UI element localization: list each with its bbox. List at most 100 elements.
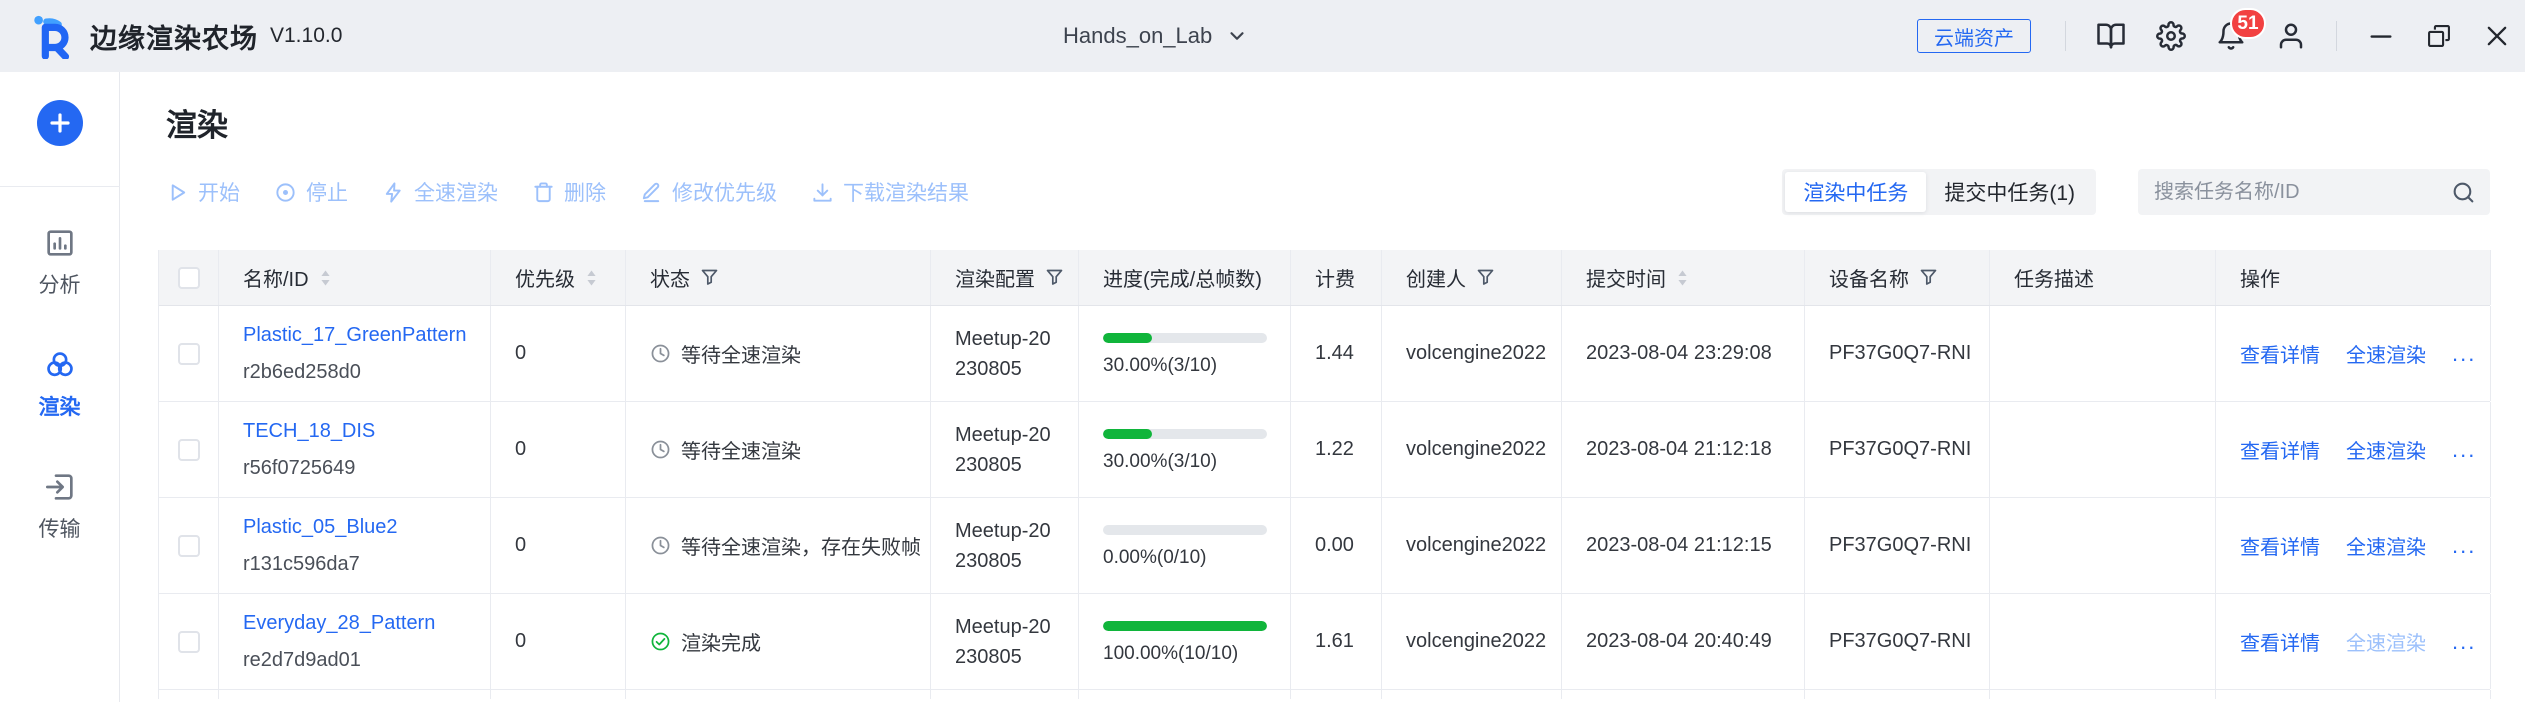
more-actions-button[interactable]: ...: [2452, 437, 2476, 463]
billing-value: 1.22: [1315, 438, 1354, 460]
status-text: 等待全速渲染，存在失败帧: [681, 537, 921, 559]
row-select-cell: [159, 306, 219, 401]
page-title: 渲染: [166, 108, 228, 143]
sort-carets-icon[interactable]: [585, 269, 598, 287]
row-checkbox[interactable]: [177, 630, 200, 653]
status-text: 渲染完成: [681, 633, 761, 655]
modify-priority-button[interactable]: 修改优先级: [640, 177, 777, 207]
action-label: 下载渲染结果: [843, 182, 969, 205]
progress-track: [1103, 620, 1267, 631]
submit-time-value: 2023-08-04 20:40:49: [1586, 630, 1772, 652]
row-checkbox[interactable]: [177, 438, 200, 461]
submit-time-cell: 2023-08-04 21:12:18: [1562, 402, 1805, 497]
start-button[interactable]: 开始: [166, 177, 240, 207]
full-speed-link[interactable]: 全速渲染: [2346, 627, 2426, 656]
render-config-cell: Meetup-20230805: [931, 306, 1079, 401]
progress-cell: 100.00%(10/10): [1079, 594, 1291, 689]
device-name-cell: PF37G0Q7-RNI: [1805, 306, 1990, 401]
name-id-cell: TECH_18_DIS r56f0725649: [219, 402, 491, 497]
progress-text: 30.00%(3/10): [1103, 450, 1218, 472]
funnel-icon[interactable]: [700, 268, 719, 287]
more-actions-button[interactable]: ...: [2452, 533, 2476, 559]
row-select-cell: [159, 402, 219, 497]
workspace-selector[interactable]: Hands_on_Lab: [1063, 0, 1248, 72]
window-restore-icon[interactable]: [2425, 22, 2453, 50]
view-details-link[interactable]: 查看详情: [2240, 627, 2320, 656]
delete-button[interactable]: 删除: [532, 177, 606, 207]
col-header-label: 渲染配置: [955, 269, 1035, 291]
status-cell: 等待全速渲染: [626, 306, 931, 401]
tab-submitting-tasks[interactable]: 提交中任务(1): [1926, 172, 2093, 212]
billing-cell: 1.22: [1291, 402, 1382, 497]
app-brand: 边缘渲染农场 V1.10.0: [30, 13, 342, 59]
task-name-link[interactable]: Plastic_17_GreenPattern: [243, 324, 466, 346]
render-config-value: Meetup-20230805: [955, 327, 1051, 380]
col-header-label: 优先级: [515, 269, 575, 291]
full-speed-render-button[interactable]: 全速渲染: [382, 177, 498, 207]
description-cell: [1990, 306, 2216, 401]
empty-cell: [1291, 690, 1382, 699]
select-all-checkbox[interactable]: [177, 266, 200, 289]
download-results-button[interactable]: 下载渲染结果: [811, 177, 969, 207]
col-header-name-id: 名称/ID: [219, 250, 491, 305]
empty-cell: [2216, 690, 2491, 699]
empty-cell: [626, 690, 931, 699]
task-name-link[interactable]: TECH_18_DIS: [243, 420, 375, 442]
funnel-icon[interactable]: [1919, 268, 1938, 287]
bar-chart-icon: [44, 227, 76, 259]
action-label: 删除: [564, 182, 606, 205]
col-header-submit-time: 提交时间: [1562, 250, 1805, 305]
stop-button[interactable]: 停止: [274, 177, 348, 207]
status-cell: 渲染完成: [626, 594, 931, 689]
sidebar-item-analysis[interactable]: 分析: [0, 227, 119, 299]
tasks-table: 名称/ID 优先级 状态 渲染配置 进度(完成/总帧数) 计费 创建人 提交时间 设备名称 任务描…: [158, 250, 2491, 699]
view-details-link[interactable]: 查看详情: [2240, 339, 2320, 368]
sidebar-item-render[interactable]: 渲染: [0, 349, 119, 421]
action-label: 开始: [198, 182, 240, 205]
progress-track: [1103, 428, 1267, 439]
priority-cell: 0: [491, 402, 626, 497]
full-speed-link[interactable]: 全速渲染: [2346, 339, 2426, 368]
window-minimize-icon[interactable]: [2367, 22, 2395, 50]
user-account-icon[interactable]: [2276, 21, 2306, 51]
funnel-icon[interactable]: [1476, 268, 1495, 287]
settings-gear-icon[interactable]: [2156, 21, 2186, 51]
sort-carets-icon[interactable]: [319, 269, 332, 287]
row-checkbox[interactable]: [177, 342, 200, 365]
full-speed-link[interactable]: 全速渲染: [2346, 531, 2426, 560]
search-input[interactable]: [2154, 180, 2451, 204]
view-details-link[interactable]: 查看详情: [2240, 531, 2320, 560]
submit-time-cell: 2023-08-04 20:40:49: [1562, 594, 1805, 689]
funnel-icon[interactable]: [1045, 268, 1064, 287]
notifications-bell-icon[interactable]: 51: [2216, 8, 2266, 51]
col-header-select: [159, 250, 219, 305]
priority-value: 0: [515, 534, 527, 556]
docs-book-icon[interactable]: [2096, 21, 2126, 51]
device-name-value: PF37G0Q7-RNI: [1829, 342, 1972, 364]
row-checkbox[interactable]: [177, 534, 200, 557]
task-name-link[interactable]: Plastic_05_Blue2: [243, 516, 398, 538]
full-speed-link[interactable]: 全速渲染: [2346, 435, 2426, 464]
col-header-label: 设备名称: [1829, 269, 1909, 291]
empty-cell: [931, 690, 1079, 699]
render-config-cell: Meetup-20230805: [931, 402, 1079, 497]
tab-rendering-tasks[interactable]: 渲染中任务: [1785, 172, 1927, 212]
search-box: [2138, 169, 2490, 215]
more-actions-button[interactable]: ...: [2452, 629, 2476, 655]
new-task-plus-button[interactable]: [36, 100, 83, 146]
more-actions-button[interactable]: ...: [2452, 341, 2476, 367]
cloud-assets-button[interactable]: 云端资产: [1917, 19, 2031, 53]
window-close-icon[interactable]: [2483, 22, 2511, 50]
col-header-creator: 创建人: [1382, 250, 1562, 305]
view-details-link[interactable]: 查看详情: [2240, 435, 2320, 464]
action-label: 修改优先级: [672, 182, 777, 205]
clock-icon: [650, 439, 671, 460]
empty-cell: [1382, 690, 1562, 699]
progress-fill: [1103, 332, 1153, 343]
sidebar-item-transfer[interactable]: 传输: [0, 471, 119, 543]
sort-carets-icon[interactable]: [1676, 269, 1689, 287]
col-header-label: 进度(完成/总帧数): [1103, 269, 1262, 291]
empty-cell: [1805, 690, 1990, 699]
search-icon[interactable]: [2451, 180, 2476, 205]
task-name-link[interactable]: Everyday_28_Pattern: [243, 612, 435, 634]
